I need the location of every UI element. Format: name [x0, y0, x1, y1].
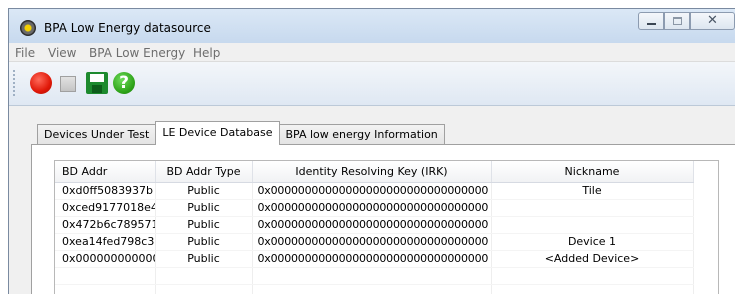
cell-bd-addr: 0xea14fed798c3 [55, 233, 156, 251]
menu-view[interactable]: View [48, 46, 76, 60]
minimize-icon [647, 23, 656, 25]
stop-icon[interactable] [60, 76, 76, 92]
table-row[interactable]: 0xea14fed798c3 Public 0x0000000000000000… [55, 233, 694, 251]
tab-strip: Devices Under Test LE Device Database BP… [37, 121, 445, 145]
toolbar-grip[interactable] [13, 70, 15, 98]
maximize-icon [673, 17, 682, 25]
cell-nickname [491, 199, 694, 217]
cell-bd-addr-type: Public [155, 250, 253, 268]
cell-bd-addr: 0xced9177018e4 [55, 199, 156, 217]
table-row[interactable]: 0x000000000000 Public 0x0000000000000000… [55, 250, 694, 268]
table-row[interactable]: 0xced9177018e4 Public 0x0000000000000000… [55, 199, 694, 217]
cell-irk: 0x00000000000000000000000000000000 [252, 182, 492, 200]
client-area: Devices Under Test LE Device Database BP… [9, 106, 735, 294]
window-controls: ✕ [638, 12, 735, 30]
cell-irk: 0x00000000000000000000000000000000 [252, 199, 492, 217]
menu-help[interactable]: Help [193, 46, 220, 60]
cell-bd-addr: 0x472b6c789571 [55, 216, 156, 234]
close-button[interactable]: ✕ [690, 12, 735, 30]
cell-bd-addr-type: Public [155, 182, 253, 200]
cell-irk: 0x00000000000000000000000000000000 [252, 233, 492, 251]
tab-devices-under-test[interactable]: Devices Under Test [37, 124, 157, 145]
tab-le-device-database[interactable]: LE Device Database [155, 121, 280, 145]
app-window: BPA Low Energy datasource ✕ File View BP… [8, 8, 735, 294]
maximize-button[interactable] [664, 12, 690, 30]
cell-bd-addr-type: Public [155, 199, 253, 217]
record-icon[interactable] [30, 72, 52, 94]
close-icon: ✕ [707, 13, 718, 28]
column-header-bd-addr[interactable]: BD Addr [55, 161, 156, 183]
column-header-bd-addr-type[interactable]: BD Addr Type [155, 161, 253, 183]
column-header-irk[interactable]: Identity Resolving Key (IRK) [252, 161, 492, 183]
cell-bd-addr: 0xd0ff5083937b [55, 182, 156, 200]
menu-file[interactable]: File [15, 46, 35, 60]
device-list[interactable]: BD Addr BD Addr Type Identity Resolving … [54, 160, 719, 294]
minimize-button[interactable] [638, 12, 664, 30]
title-bar[interactable]: BPA Low Energy datasource ✕ [9, 9, 735, 43]
cell-nickname: Tile [491, 182, 694, 200]
cell-nickname [491, 216, 694, 234]
table-row-empty[interactable] [55, 284, 694, 294]
table-header-row: BD Addr BD Addr Type Identity Resolving … [55, 161, 694, 183]
cell-bd-addr-type: Public [155, 216, 253, 234]
table-row[interactable]: 0x472b6c789571 Public 0x0000000000000000… [55, 216, 694, 234]
menu-bar: File View BPA Low Energy Help [9, 43, 735, 62]
table-row-empty[interactable] [55, 267, 694, 285]
cell-irk: 0x00000000000000000000000000000000 [252, 250, 492, 268]
window-title: BPA Low Energy datasource [44, 21, 211, 35]
help-icon[interactable]: ? [113, 72, 135, 94]
cell-nickname: Device 1 [491, 233, 694, 251]
tab-bpa-low-energy-information[interactable]: BPA low energy Information [278, 124, 445, 145]
save-icon[interactable] [86, 72, 108, 94]
toolbar: ? [9, 62, 735, 106]
cell-irk: 0x00000000000000000000000000000000 [252, 216, 492, 234]
menu-bpa-low-energy[interactable]: BPA Low Energy [89, 46, 185, 60]
cell-bd-addr: 0x000000000000 [55, 250, 156, 268]
device-table: BD Addr BD Addr Type Identity Resolving … [55, 161, 694, 294]
app-icon [20, 20, 36, 36]
cell-bd-addr-type: Public [155, 233, 253, 251]
column-header-nickname[interactable]: Nickname [491, 161, 694, 183]
cell-nickname: <Added Device> [491, 250, 694, 268]
tab-panel: BD Addr BD Addr Type Identity Resolving … [31, 144, 735, 294]
table-row[interactable]: 0xd0ff5083937b Public 0x0000000000000000… [55, 182, 694, 200]
